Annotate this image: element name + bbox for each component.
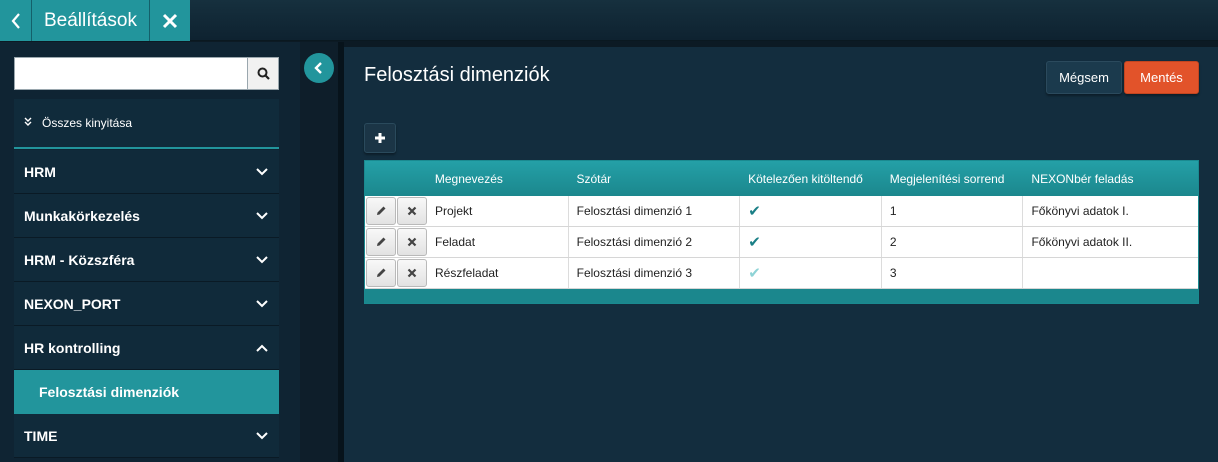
top-bar: Beállítások: [0, 0, 1218, 41]
tab-title: Beállítások: [32, 0, 150, 41]
sidebar-item-label: HRM - Közszféra: [24, 251, 135, 268]
cell-order: 3: [882, 258, 1024, 288]
chevron-down-icon: [255, 165, 269, 179]
chevron-down-icon: [255, 209, 269, 223]
sidebar-collapse-column: [300, 42, 338, 462]
dimensions-table: Megnevezés Szótár Kötelezően kitöltendő …: [364, 160, 1199, 304]
add-row-button[interactable]: [364, 123, 396, 153]
sidebar-menu: HRM Munkakörkezelés HRM - Közszféra NEXO…: [14, 150, 279, 458]
cell-nexon: [1023, 258, 1198, 288]
pencil-icon: [377, 237, 386, 246]
table-row[interactable]: Feladat Felosztási dimenzió 2 ✔ 2 Főköny…: [365, 227, 1198, 258]
delete-button[interactable]: [397, 228, 427, 256]
sidebar-item-hrm[interactable]: HRM: [14, 150, 279, 194]
sidebar-item-munkakorkezeles[interactable]: Munkakörkezelés: [14, 194, 279, 238]
edit-button[interactable]: [366, 259, 396, 287]
checkmark-icon: ✔: [748, 203, 761, 220]
delete-button[interactable]: [397, 259, 427, 287]
settings-tab: Beállítások: [0, 0, 190, 41]
header-actions: [365, 161, 427, 196]
sidebar-item-label: HRM: [24, 163, 56, 180]
sidebar-subitem-label: Felosztási dimenziók: [39, 384, 180, 400]
cell-name: Részfeladat: [427, 258, 569, 288]
sidebar-item-label: Munkakörkezelés: [24, 207, 140, 224]
expand-all-button[interactable]: Összes kinyitása: [14, 99, 279, 149]
header-nexon[interactable]: NEXONbér feladás: [1023, 161, 1198, 196]
plus-icon: [375, 133, 385, 143]
cell-name: Projekt: [427, 196, 569, 226]
cell-order: 1: [882, 196, 1024, 226]
sidebar-item-hr-kontrolling[interactable]: HR kontrolling: [14, 326, 279, 370]
double-chevron-down-icon: [24, 117, 32, 129]
header-szotar[interactable]: Szótár: [569, 161, 741, 196]
search-box: [14, 57, 279, 90]
sidebar-item-label: TIME: [24, 427, 58, 444]
header-sorrend[interactable]: Megjelenítési sorrend: [882, 161, 1024, 196]
search-icon: [257, 67, 270, 80]
header-megnevezes[interactable]: Megnevezés: [427, 161, 569, 196]
delete-button[interactable]: [397, 197, 427, 225]
sidebar-subitem-felosztasi-dimenziok[interactable]: Felosztási dimenziók: [14, 370, 279, 414]
search-input[interactable]: [14, 57, 248, 90]
cell-required: ✔: [740, 227, 882, 257]
sidebar: Összes kinyitása HRM Munkakörkezelés HRM…: [0, 42, 300, 462]
row-actions: [365, 258, 427, 288]
sidebar-item-hrm-kozszfera[interactable]: HRM - Közszféra: [14, 238, 279, 282]
sidebar-item-time[interactable]: TIME: [14, 414, 279, 458]
cell-name: Feladat: [427, 227, 569, 257]
close-icon: [407, 268, 417, 278]
cell-nexon: Főkönyvi adatok I.: [1031, 204, 1129, 218]
sidebar-item-nexon-port[interactable]: NEXON_PORT: [14, 282, 279, 326]
expand-all-label: Összes kinyitása: [42, 116, 133, 130]
cancel-button[interactable]: Mégsem: [1046, 61, 1122, 94]
back-button[interactable]: [0, 0, 32, 41]
chevron-down-icon: [255, 253, 269, 267]
search-button[interactable]: [248, 57, 279, 90]
main-panel: Felosztási dimenziók Mégsem Mentés Megne…: [344, 47, 1218, 462]
cell-nexon: Főkönyvi adatok II.: [1031, 235, 1133, 249]
close-icon: [162, 13, 178, 28]
chevron-up-icon: [255, 341, 269, 355]
header-kotelezo[interactable]: Kötelezően kitöltendő: [740, 161, 882, 196]
checkmark-icon: ✔: [748, 234, 761, 251]
chevron-down-icon: [255, 429, 269, 443]
cell-required: ✔: [740, 258, 882, 288]
table-row[interactable]: Részfeladat Felosztási dimenzió 3 ✔ 3: [365, 258, 1198, 289]
sidebar-item-label: NEXON_PORT: [24, 295, 121, 312]
row-actions: [365, 227, 427, 257]
close-icon: [407, 237, 417, 247]
collapse-sidebar-button[interactable]: [304, 53, 334, 83]
cell-dictionary: Felosztási dimenzió 3: [569, 258, 741, 288]
chevron-down-icon: [255, 297, 269, 311]
cell-dictionary: Felosztási dimenzió 1: [569, 196, 741, 226]
checkmark-icon: ✔: [748, 265, 761, 282]
row-actions: [365, 196, 427, 226]
close-icon: [407, 206, 417, 216]
chevron-left-icon: [314, 62, 322, 74]
cell-order: 2: [882, 227, 1024, 257]
table-footer: [365, 289, 1198, 303]
close-button[interactable]: [149, 0, 190, 41]
chevron-left-icon: [11, 12, 20, 29]
table-row[interactable]: Projekt Felosztási dimenzió 1 ✔ 1 Főköny…: [365, 196, 1198, 227]
cell-required: ✔: [740, 196, 882, 226]
cell-dictionary: Felosztási dimenzió 2: [569, 227, 741, 257]
table-header: Megnevezés Szótár Kötelezően kitöltendő …: [365, 161, 1198, 196]
edit-button[interactable]: [366, 197, 396, 225]
edit-button[interactable]: [366, 228, 396, 256]
pencil-icon: [377, 206, 386, 215]
pencil-icon: [377, 268, 386, 277]
page-title: Felosztási dimenziók: [364, 64, 550, 86]
save-button[interactable]: Mentés: [1124, 61, 1199, 94]
sidebar-item-label: HR kontrolling: [24, 339, 121, 356]
